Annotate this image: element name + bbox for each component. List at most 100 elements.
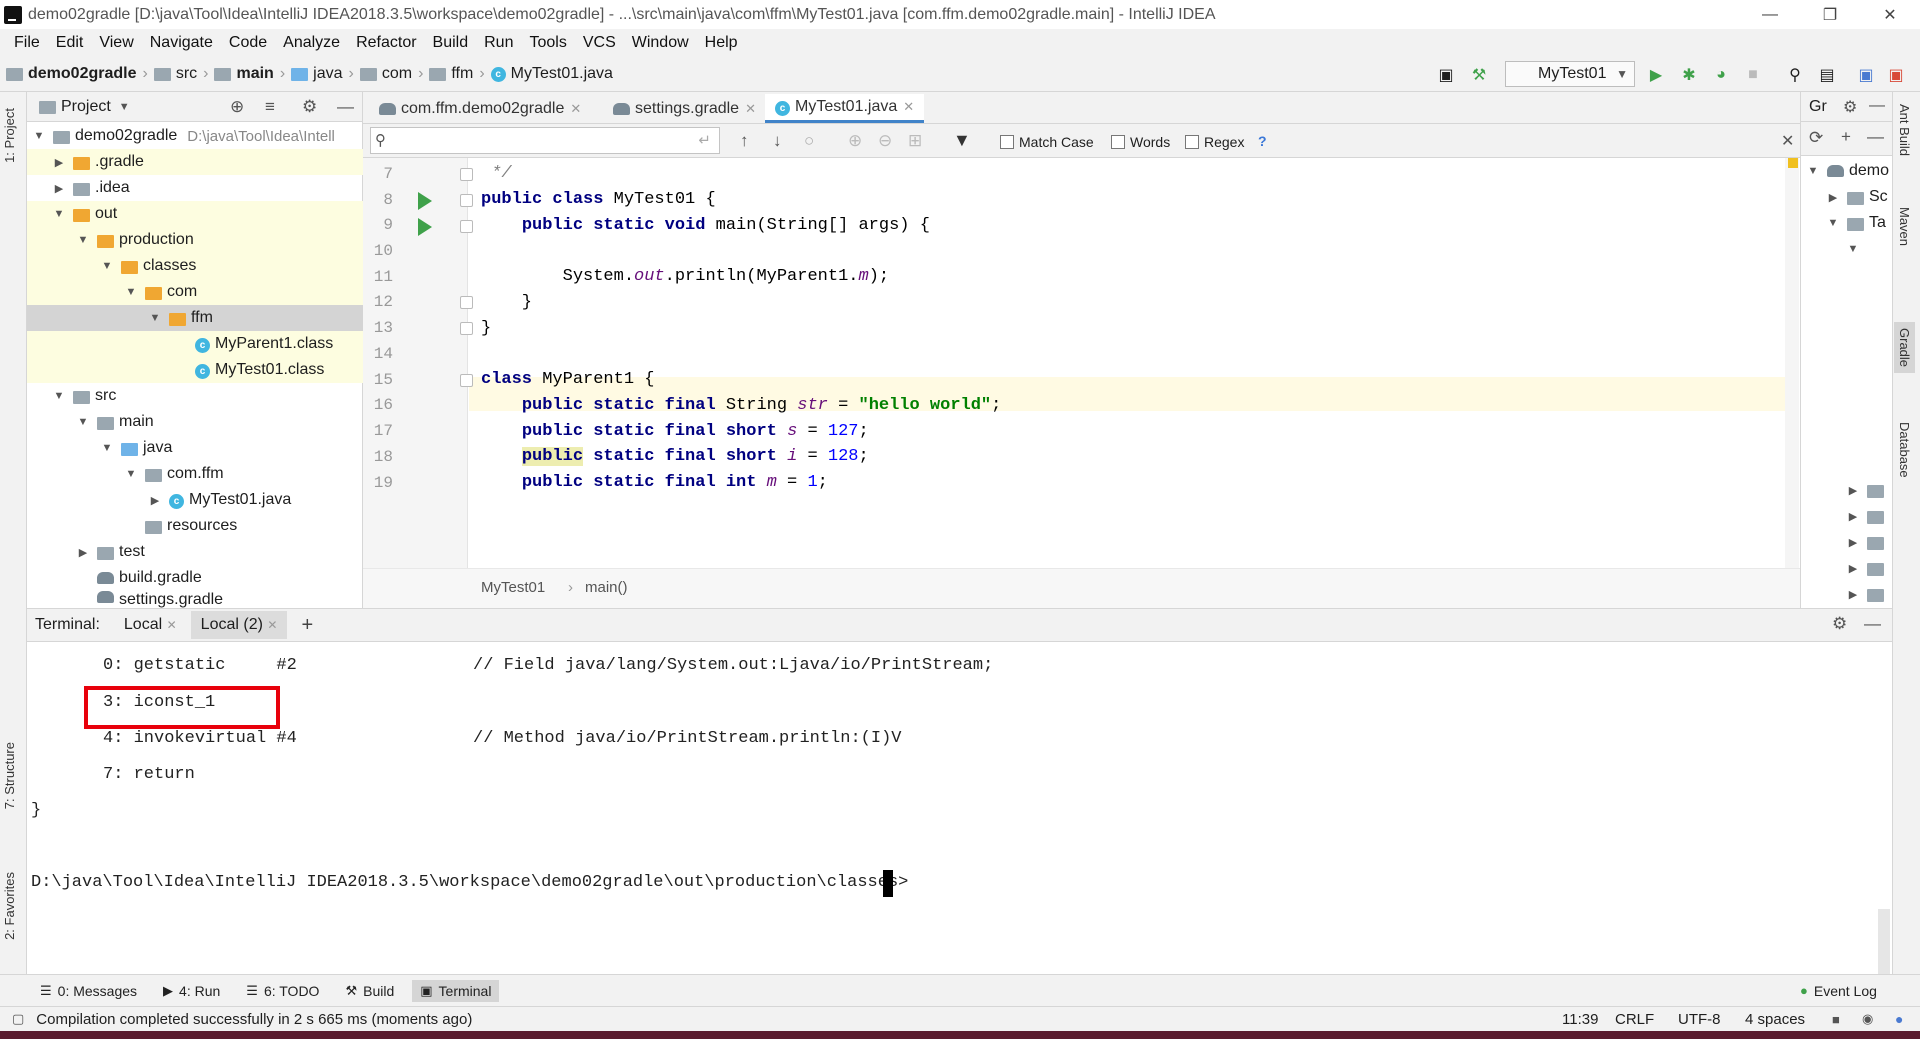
- menu-view[interactable]: View: [91, 34, 141, 52]
- filter-icon[interactable]: ▼: [953, 130, 971, 151]
- hide-icon[interactable]: —: [1864, 614, 1881, 634]
- menu-code[interactable]: Code: [221, 34, 275, 52]
- fold-icon[interactable]: [460, 194, 473, 207]
- menu-build[interactable]: Build: [425, 34, 477, 52]
- close-tab-icon[interactable]: ✕: [267, 618, 277, 632]
- breadcrumb-main[interactable]: main ›: [214, 65, 285, 83]
- tree-item-idea[interactable]: ▶ .idea: [27, 175, 363, 201]
- terminal-scrollbar[interactable]: [1878, 909, 1890, 975]
- gradle-task-item[interactable]: ▶: [1801, 477, 1892, 503]
- open-window-icon[interactable]: ▣: [1435, 64, 1457, 86]
- run-icon[interactable]: ▶: [1645, 64, 1667, 86]
- tab-run[interactable]: ▶ 4: Run: [155, 980, 228, 1002]
- tree-item-src[interactable]: ▼ src: [27, 383, 363, 409]
- menu-edit[interactable]: Edit: [48, 34, 92, 52]
- indent-setting[interactable]: 4 spaces: [1745, 1011, 1805, 1028]
- regex-help-icon[interactable]: ?: [1258, 133, 1267, 149]
- fold-icon[interactable]: [460, 296, 473, 309]
- tree-item-classes[interactable]: ▼ classes: [27, 253, 363, 279]
- close-tab-icon[interactable]: ✕: [167, 618, 177, 632]
- translate-icon[interactable]: ▣: [1855, 64, 1877, 86]
- event-log-button[interactable]: ● Event Log: [1792, 980, 1885, 1002]
- tab-maven[interactable]: Maven: [1897, 207, 1912, 246]
- close-tab-icon[interactable]: ✕: [903, 99, 914, 115]
- menu-tools[interactable]: Tools: [521, 34, 574, 52]
- tab-com-ffm-demo02gradle[interactable]: com.ffm.demo02gradle ✕: [369, 94, 591, 123]
- tab-favorites[interactable]: 2: Favorites: [2, 872, 17, 940]
- gradle-task-item[interactable]: ▶: [1801, 529, 1892, 555]
- tab-ant-build[interactable]: Ant Build: [1897, 104, 1912, 156]
- regex-checkbox[interactable]: Regex: [1185, 134, 1244, 150]
- tree-item-out-com[interactable]: ▼ com: [27, 279, 363, 305]
- gradle-task-group[interactable]: ▼: [1801, 236, 1892, 262]
- breadcrumb-src[interactable]: src ›: [153, 65, 208, 83]
- minimize-icon[interactable]: —: [1740, 0, 1800, 29]
- menu-vcs[interactable]: VCS: [575, 34, 624, 52]
- gradle-source-sets[interactable]: ▶ Sc: [1801, 184, 1892, 210]
- tab-terminal[interactable]: ▣ Terminal: [412, 979, 500, 1002]
- tree-item-build-gradle[interactable]: build.gradle: [27, 565, 363, 591]
- tree-item-resources[interactable]: resources: [27, 513, 363, 539]
- chevron-down-icon[interactable]: ▼: [119, 101, 130, 113]
- close-tab-icon[interactable]: ✕: [570, 101, 581, 117]
- tree-item-mytest01-java[interactable]: ▶ c MyTest01.java: [27, 487, 363, 513]
- menu-navigate[interactable]: Navigate: [142, 34, 221, 52]
- menu-analyze[interactable]: Analyze: [275, 34, 348, 52]
- tab-build[interactable]: ⚒ Build: [337, 980, 402, 1002]
- plugin-icon[interactable]: ▣: [1885, 64, 1907, 86]
- inspector-icon[interactable]: ◉: [1862, 1011, 1873, 1027]
- gradle-tasks[interactable]: ▼ Ta: [1801, 210, 1892, 236]
- tab-todo[interactable]: ☰ 6: TODO: [238, 980, 327, 1002]
- run-class-icon[interactable]: [418, 192, 432, 210]
- debug-icon[interactable]: ✱: [1678, 64, 1700, 86]
- build-hammer-icon[interactable]: ⚒: [1468, 64, 1490, 86]
- menu-file[interactable]: File: [6, 34, 48, 52]
- hide-icon[interactable]: —: [337, 97, 354, 117]
- gradle-root[interactable]: ▼ demo: [1801, 158, 1892, 184]
- run-config-select[interactable]: MyTest01 ▼: [1505, 61, 1635, 87]
- tree-item-test[interactable]: ▶ test: [27, 539, 363, 565]
- gear-icon[interactable]: ⚙: [302, 97, 317, 117]
- breadcrumb-ffm[interactable]: ffm ›: [429, 65, 485, 83]
- remove-selection-icon[interactable]: ⊖: [878, 131, 892, 151]
- breadcrumb-com[interactable]: com ›: [359, 65, 423, 83]
- status-window-icon[interactable]: ▢: [12, 1011, 24, 1027]
- add-selection-icon[interactable]: ⊕: [848, 131, 862, 151]
- breadcrumb-project[interactable]: demo02gradle ›: [6, 65, 148, 83]
- select-all-icon[interactable]: ⊞: [908, 131, 922, 151]
- coverage-icon[interactable]: ◕: [1710, 64, 1732, 86]
- menu-refactor[interactable]: Refactor: [348, 34, 424, 52]
- collapse-icon[interactable]: ≡: [265, 97, 275, 117]
- tab-database[interactable]: Database: [1897, 422, 1912, 478]
- run-main-icon[interactable]: [418, 218, 432, 236]
- terminal-tab-local-2[interactable]: Local (2) ✕: [190, 611, 288, 639]
- google-icon[interactable]: ●: [1895, 1011, 1903, 1027]
- tree-item-root[interactable]: ▼ demo02gradle D:\java\Tool\Idea\Intell: [27, 123, 363, 149]
- find-input[interactable]: ⚲ ↵: [370, 127, 720, 154]
- gear-icon[interactable]: ⚙: [1843, 97, 1857, 117]
- close-icon[interactable]: ✕: [1860, 0, 1920, 29]
- menu-help[interactable]: Help: [697, 34, 746, 52]
- editor-scrollbar[interactable]: [1785, 158, 1799, 568]
- tab-gradle[interactable]: Gradle: [1894, 322, 1915, 374]
- file-encoding[interactable]: UTF-8: [1678, 1011, 1721, 1028]
- search-icon[interactable]: ⚲: [1784, 64, 1806, 86]
- tree-item-com-ffm[interactable]: ▼ com.ffm: [27, 461, 363, 487]
- find-all-icon[interactable]: ○: [804, 131, 814, 151]
- breadcrumb-java[interactable]: java ›: [291, 65, 354, 83]
- tab-project[interactable]: 1: Project: [2, 108, 17, 163]
- gear-icon[interactable]: ⚙: [1832, 614, 1847, 634]
- tree-item-gradle-dir[interactable]: ▶ .gradle: [27, 149, 363, 175]
- tree-item-production[interactable]: ▼ production: [27, 227, 363, 253]
- refresh-icon[interactable]: ⟳: [1809, 128, 1823, 148]
- fold-icon[interactable]: [460, 322, 473, 335]
- fold-icon[interactable]: [460, 168, 473, 181]
- breadcrumb-file[interactable]: c MyTest01.java: [490, 65, 613, 83]
- fold-icon[interactable]: [460, 374, 473, 387]
- remove-icon[interactable]: —: [1867, 127, 1884, 147]
- fold-icon[interactable]: [460, 220, 473, 233]
- target-icon[interactable]: ⊕: [230, 97, 244, 117]
- gradle-task-item[interactable]: ▶: [1801, 503, 1892, 529]
- restore-icon[interactable]: ❐: [1800, 0, 1860, 29]
- new-terminal-icon[interactable]: +: [301, 614, 313, 637]
